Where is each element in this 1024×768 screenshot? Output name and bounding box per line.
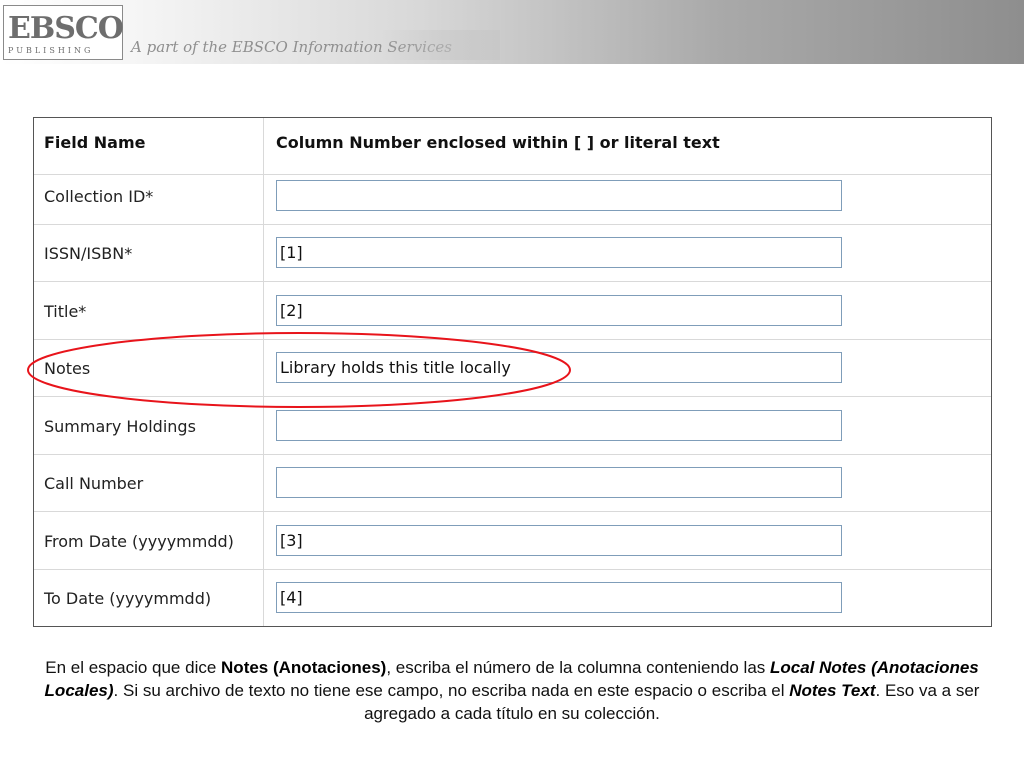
table-row-title: Title* [34, 283, 991, 340]
field-label: Notes [44, 359, 91, 378]
call-number-input[interactable] [276, 467, 842, 498]
table-row-from-date: From Date (yyyymmdd) [34, 513, 991, 570]
field-label: Call Number [44, 474, 144, 493]
logo-wordmark: EBSCO [8, 11, 124, 46]
from-date-input[interactable] [276, 525, 842, 556]
title-input[interactable] [276, 295, 842, 326]
table-header-row: Field Name Column Number enclosed within… [34, 118, 991, 175]
field-label: ISSN/ISBN* [44, 244, 133, 263]
field-label: Title* [44, 302, 87, 321]
summary-holdings-input[interactable] [276, 410, 842, 441]
table-row-call-number: Call Number [34, 455, 991, 512]
field-label: Summary Holdings [44, 417, 196, 436]
header-banner: EBSCO PUBLISHING A part of the EBSCO Inf… [0, 0, 1024, 64]
ebsco-logo: EBSCO PUBLISHING [3, 5, 124, 60]
caption-text: En el espacio que dice [45, 658, 222, 677]
field-label: From Date (yyyymmdd) [44, 532, 234, 551]
table-row-summary-holdings: Summary Holdings [34, 398, 991, 455]
caption-text: , escriba el número de la columna conten… [386, 658, 770, 677]
collection-id-input[interactable] [276, 180, 842, 211]
caption-text: . Si su archivo de texto no tiene ese ca… [113, 681, 790, 700]
notes-input[interactable] [276, 352, 842, 383]
to-date-input[interactable] [276, 582, 842, 613]
table-row-notes: Notes [34, 340, 991, 397]
tagline-fade [380, 30, 500, 60]
header-field-name: Field Name [44, 133, 146, 152]
caption-notes-term: Notes (Anotaciones) [221, 658, 387, 677]
instruction-caption: En el espacio que dice Notes (Anotacione… [20, 656, 1004, 725]
table-row-issn-isbn: ISSN/ISBN* [34, 225, 991, 282]
issn-isbn-input[interactable] [276, 237, 842, 268]
logo-subtitle: PUBLISHING [8, 46, 94, 55]
field-label: To Date (yyyymmdd) [44, 589, 212, 608]
table-row-to-date: To Date (yyyymmdd) [34, 570, 991, 627]
field-label: Collection ID* [44, 187, 154, 206]
field-mapping-table: Field Name Column Number enclosed within… [33, 117, 992, 627]
caption-notes-text-term: Notes Text [789, 681, 876, 700]
header-column-number: Column Number enclosed within [ ] or lit… [276, 133, 720, 152]
table-row-collection-id: Collection ID* [34, 168, 991, 225]
